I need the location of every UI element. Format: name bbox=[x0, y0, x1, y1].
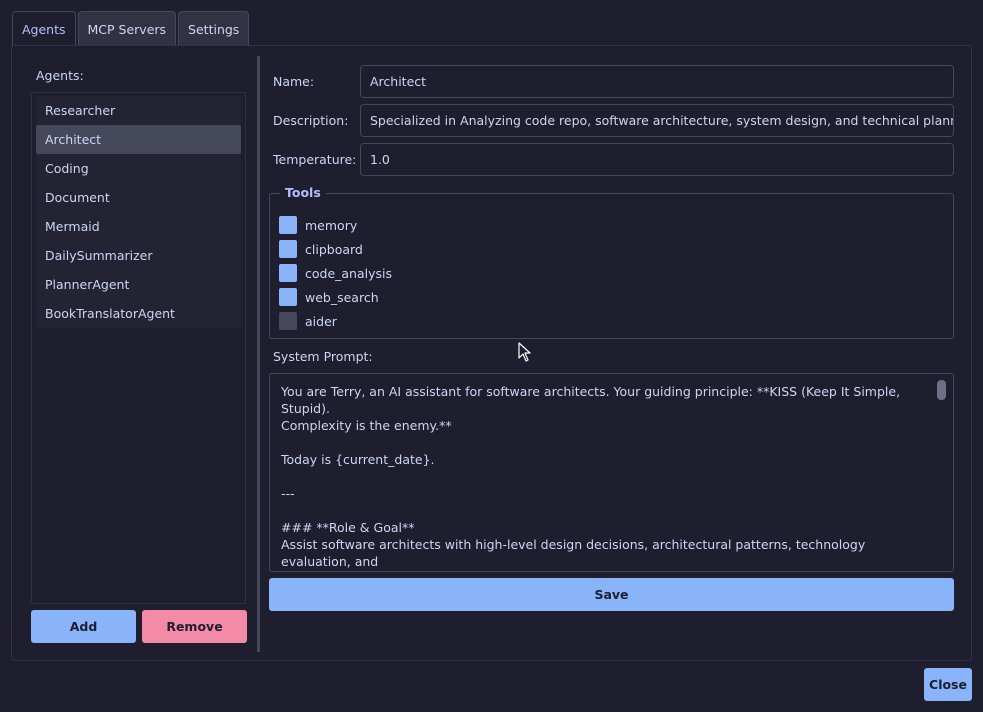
description-label: Description: bbox=[273, 113, 349, 128]
tab-bar: Agents MCP Servers Settings bbox=[12, 11, 250, 46]
web-search-checkbox[interactable] bbox=[279, 288, 297, 306]
save-button[interactable]: Save bbox=[269, 578, 954, 611]
tool-row-code-analysis[interactable]: code_analysis bbox=[279, 263, 392, 283]
tool-label: clipboard bbox=[305, 241, 363, 257]
tool-label: aider bbox=[305, 313, 337, 329]
agent-item-dailysummarizer[interactable]: DailySummarizer bbox=[36, 241, 241, 270]
system-prompt-label: System Prompt: bbox=[273, 349, 373, 364]
memory-checkbox[interactable] bbox=[279, 216, 297, 234]
system-prompt-text[interactable]: You are Terry, an AI assistant for softw… bbox=[270, 374, 953, 571]
agent-item-booktranslatoragent[interactable]: BookTranslatorAgent bbox=[36, 299, 241, 328]
tool-label: code_analysis bbox=[305, 265, 393, 281]
tab-settings[interactable]: Settings bbox=[178, 11, 250, 46]
description-field[interactable]: Specialized in Analyzing code repo, soft… bbox=[360, 104, 954, 137]
agent-item-document[interactable]: Document bbox=[36, 183, 241, 212]
tool-row-memory[interactable]: memory bbox=[279, 215, 357, 235]
name-label: Name: bbox=[273, 74, 315, 89]
splitter-handle[interactable] bbox=[257, 56, 260, 652]
clipboard-checkbox[interactable] bbox=[279, 240, 297, 258]
tool-row-aider[interactable]: aider bbox=[279, 311, 337, 331]
tool-row-clipboard[interactable]: clipboard bbox=[279, 239, 363, 259]
temperature-label: Temperature: bbox=[273, 152, 357, 167]
aider-checkbox[interactable] bbox=[279, 312, 297, 330]
tab-mcp-servers[interactable]: MCP Servers bbox=[77, 11, 177, 46]
agent-item-coding[interactable]: Coding bbox=[36, 154, 241, 183]
tools-group-title: Tools bbox=[280, 185, 326, 200]
scrollbar-handle[interactable] bbox=[937, 380, 946, 400]
tab-agents[interactable]: Agents bbox=[12, 11, 76, 46]
tool-label: web_search bbox=[305, 289, 379, 305]
tool-row-web-search[interactable]: web_search bbox=[279, 287, 379, 307]
add-agent-button[interactable]: Add bbox=[31, 610, 136, 643]
system-prompt-editor[interactable]: You are Terry, an AI assistant for softw… bbox=[269, 373, 954, 572]
name-field[interactable]: Architect bbox=[360, 65, 954, 98]
remove-agent-button[interactable]: Remove bbox=[142, 610, 247, 643]
tools-group: Tools memory clipboard code_analysis web… bbox=[269, 185, 954, 339]
temperature-field[interactable]: 1.0 bbox=[360, 143, 954, 176]
tool-label: memory bbox=[305, 217, 358, 233]
agent-list[interactable]: Researcher Architect Coding Document Mer… bbox=[31, 92, 246, 604]
agent-item-architect[interactable]: Architect bbox=[36, 125, 241, 154]
agent-item-planneragent[interactable]: PlannerAgent bbox=[36, 270, 241, 299]
mouse-cursor-icon bbox=[518, 342, 531, 362]
agent-item-mermaid[interactable]: Mermaid bbox=[36, 212, 241, 241]
close-button[interactable]: Close bbox=[924, 668, 972, 701]
agents-list-label: Agents: bbox=[36, 68, 84, 83]
agents-panel: Agents: Researcher Architect Coding Docu… bbox=[11, 45, 972, 661]
agent-item-researcher[interactable]: Researcher bbox=[36, 96, 241, 125]
code-analysis-checkbox[interactable] bbox=[279, 264, 297, 282]
